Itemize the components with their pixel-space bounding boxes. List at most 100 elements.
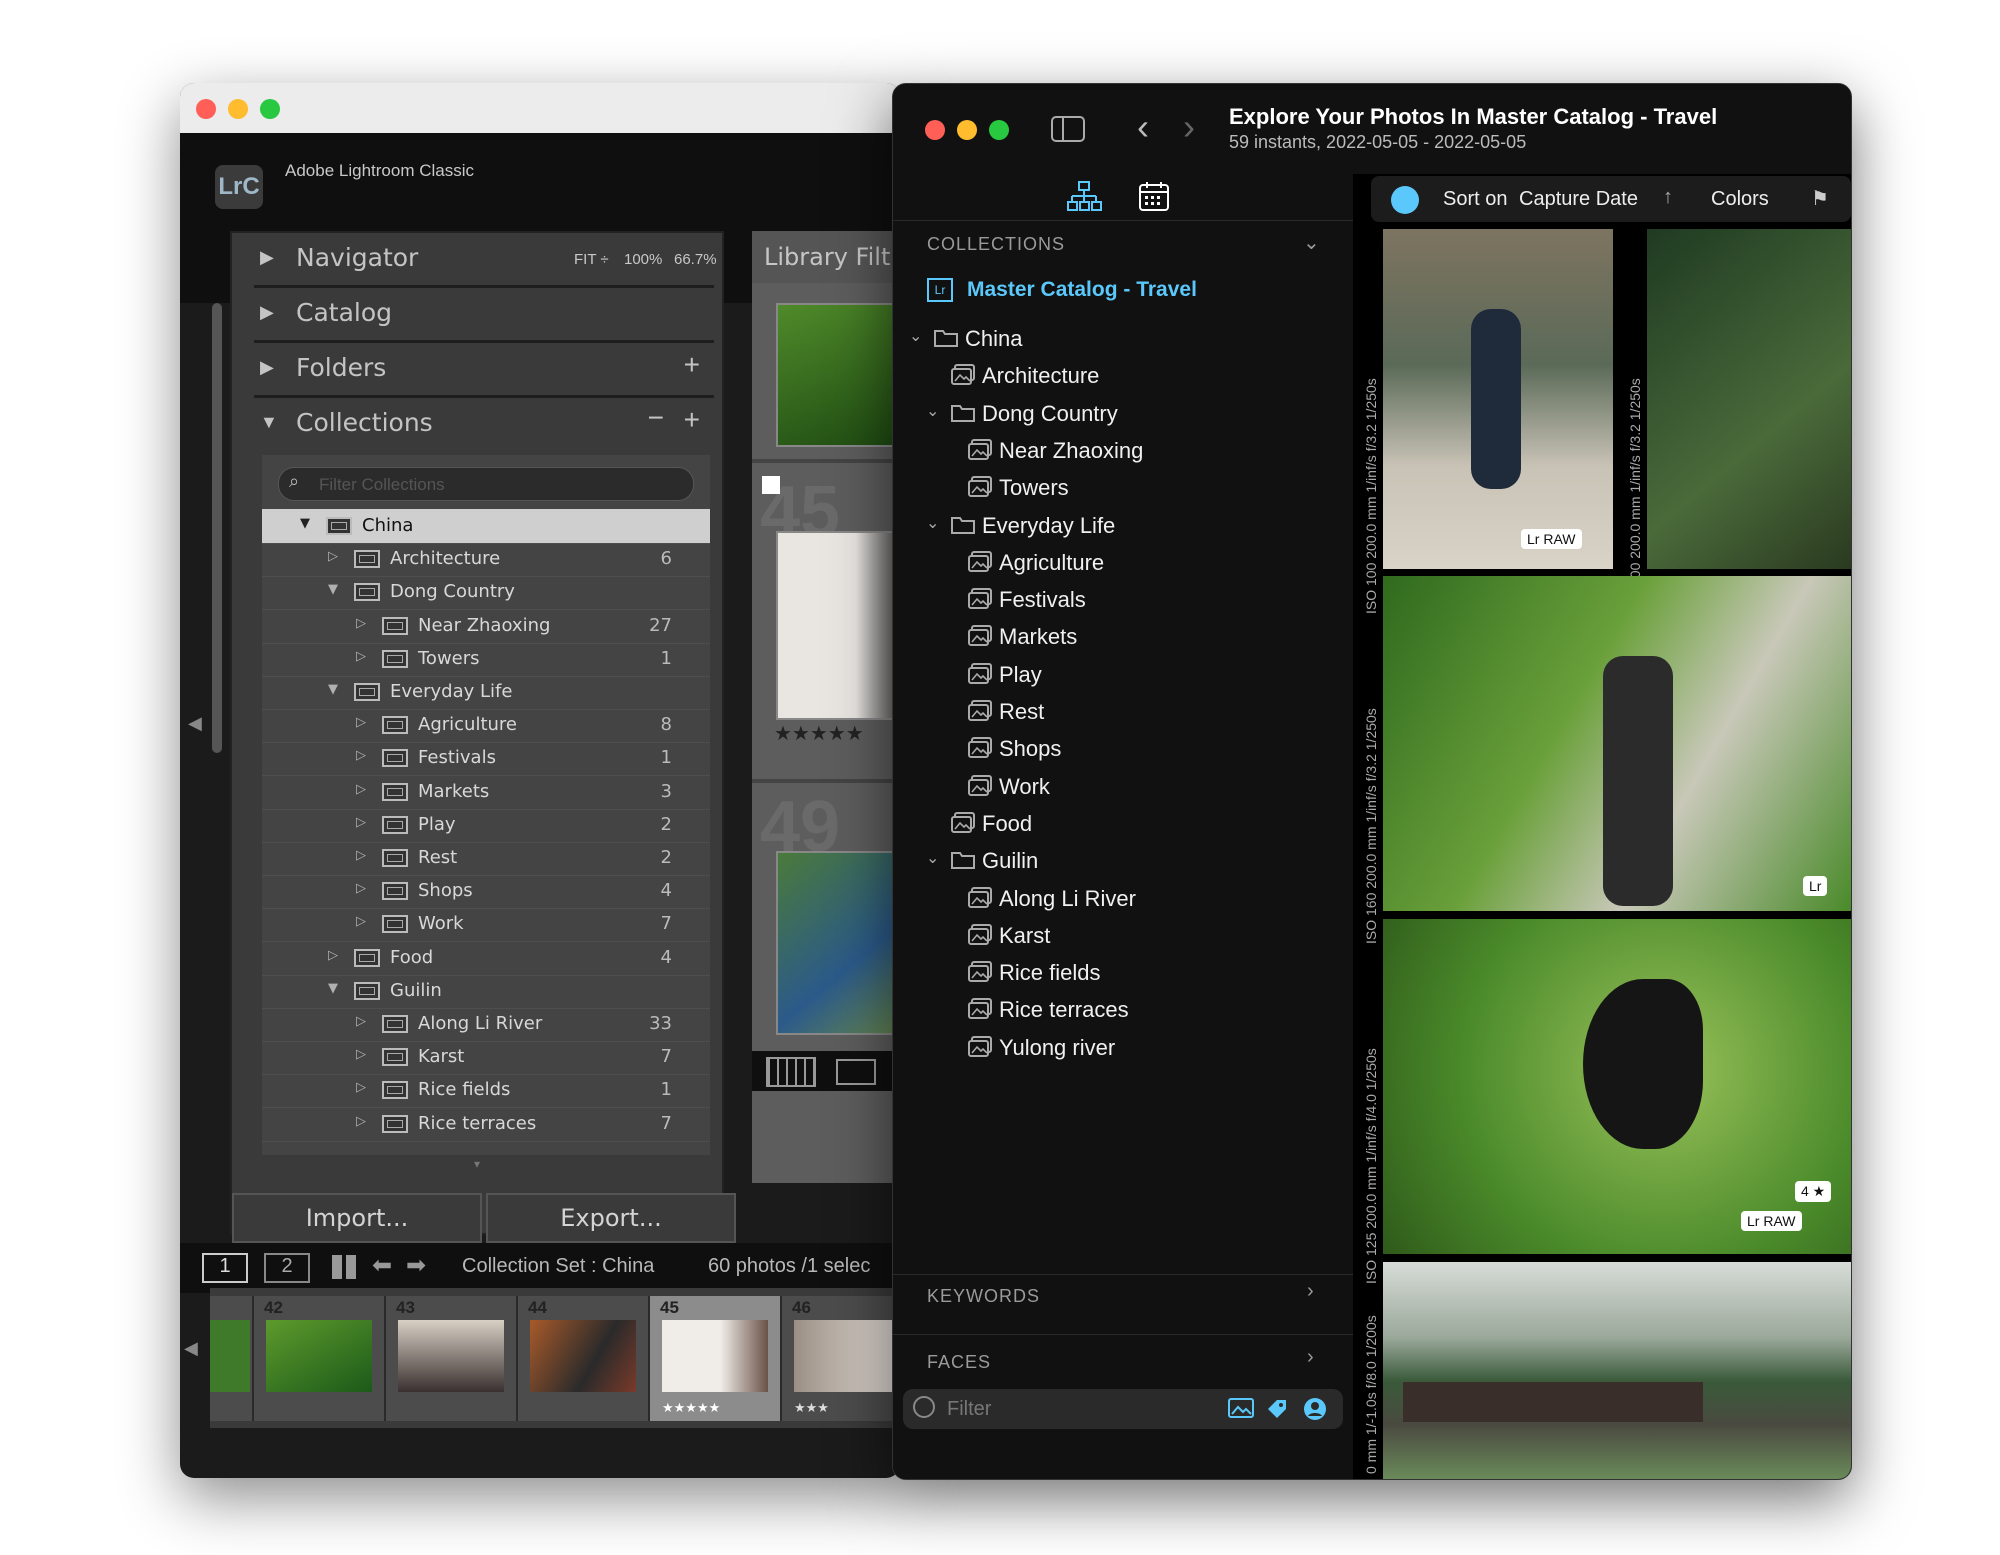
close-window-button[interactable] [196, 99, 216, 119]
flag-icon[interactable] [762, 476, 780, 494]
minimize-window-button[interactable] [228, 99, 248, 119]
catalog-panel-header[interactable]: ▶ Catalog [254, 288, 714, 343]
disclosure-right-icon[interactable]: ▷ [356, 914, 366, 929]
chevron-down-icon[interactable]: ⌄ [926, 848, 939, 868]
disclosure-right-icon[interactable]: ▷ [356, 815, 366, 830]
disclosure-down-icon[interactable]: ▼ [328, 682, 338, 697]
photos-filter-icon[interactable] [1225, 1397, 1255, 1421]
collection-row[interactable]: ▷ Play 2 [262, 808, 710, 843]
tree-item[interactable]: Yulong river [893, 1023, 1353, 1071]
disclosure-right-icon[interactable]: ▷ [356, 649, 366, 664]
collapse-left-icon[interactable]: ◀ [188, 713, 202, 734]
collection-row[interactable]: ▷ Towers 1 [262, 642, 710, 677]
sort-direction-icon[interactable]: ↑ [1663, 186, 1673, 209]
disclosure-right-icon[interactable]: ▷ [356, 1080, 366, 1095]
zoom-window-button[interactable] [260, 99, 280, 119]
add-folder-icon[interactable]: + [684, 349, 700, 381]
filmstrip-thumb[interactable]: 42 [254, 1296, 386, 1421]
grid-icon[interactable] [332, 1255, 356, 1279]
chevron-down-icon[interactable]: ⌄ [1303, 230, 1320, 255]
collection-row[interactable]: ▼ Dong Country [262, 575, 710, 611]
hierarchy-icon[interactable] [1066, 180, 1102, 212]
filter-collections-input[interactable]: ⌕ Filter Collections [278, 467, 694, 501]
arrow-right-icon[interactable]: ➡ [406, 1251, 426, 1280]
collection-row[interactable]: ▷ Agriculture 8 [262, 708, 710, 744]
collection-row[interactable]: ▼ Guilin [262, 974, 710, 1009]
zoom-100[interactable]: 100% [624, 251, 662, 268]
loupe-view-icon[interactable] [836, 1059, 876, 1085]
arrow-left-icon[interactable]: ⬅ [372, 1251, 392, 1280]
chevron-down-icon[interactable]: ⌄ [909, 326, 922, 346]
add-collection-icon[interactable]: + [684, 404, 700, 436]
collection-row[interactable]: ▷ Markets 3 [262, 775, 710, 810]
collection-row[interactable]: ▷ Rest 2 [262, 841, 710, 876]
collection-row[interactable]: ▷ Rice terraces 7 [262, 1107, 710, 1142]
remove-collection-icon[interactable]: − [648, 402, 664, 434]
photo-thumbnail[interactable]: Lr [1383, 576, 1851, 911]
photo-thumbnail[interactable] [1383, 1262, 1851, 1479]
grid-view-icon[interactable] [766, 1057, 816, 1087]
photo-thumbnail[interactable]: Lr RAW [1383, 229, 1613, 569]
zoom-fit[interactable]: FIT ÷ [574, 251, 609, 268]
chevron-down-icon[interactable]: ⌄ [926, 401, 939, 421]
import-button[interactable]: Import... [232, 1193, 482, 1243]
disclosure-right-icon[interactable]: ▷ [356, 616, 366, 631]
library-filter-bar[interactable]: Library Filt [752, 231, 900, 283]
faces-section-header[interactable]: FACES [927, 1352, 991, 1373]
collection-row[interactable]: ▷ Food 4 [262, 941, 710, 976]
collection-row[interactable]: ▷ Rice fields 1 [262, 1073, 710, 1109]
filmstrip-left-icon[interactable]: ◀ [184, 1338, 198, 1359]
close-window-button[interactable] [925, 120, 945, 140]
person-icon[interactable] [1303, 1397, 1327, 1421]
disclosure-right-icon[interactable]: ▷ [356, 782, 366, 797]
left-scrollbar[interactable] [212, 303, 222, 753]
collection-row[interactable]: ▷ Architecture 6 [262, 542, 710, 578]
collections-section-header[interactable]: COLLECTIONS [927, 234, 1065, 255]
collection-row[interactable]: ▼ China [262, 509, 710, 544]
grid-thumbnail[interactable] [776, 531, 900, 720]
collection-row[interactable]: ▷ Near Zhaoxing 27 [262, 609, 710, 644]
filmstrip-thumb[interactable]: 43 [386, 1296, 518, 1421]
sidebar-toggle-icon[interactable] [1051, 116, 1085, 142]
back-icon[interactable]: ‹ [1137, 106, 1149, 148]
collection-row[interactable]: ▼ Everyday Life [262, 675, 710, 710]
disclosure-right-icon[interactable]: ▷ [356, 881, 366, 896]
filmstrip-thumb[interactable]: 44 [518, 1296, 650, 1421]
disclosure-right-icon[interactable]: ▷ [356, 1014, 366, 1029]
disclosure-right-icon[interactable]: ▷ [328, 549, 338, 564]
collections-panel-header[interactable]: ▼ Collections − + [254, 398, 714, 450]
master-catalog-item[interactable]: Master Catalog - Travel [967, 278, 1197, 302]
keywords-section-header[interactable]: KEYWORDS [927, 1286, 1040, 1307]
calendar-icon[interactable] [1138, 180, 1170, 212]
disclosure-right-icon[interactable]: ▷ [356, 715, 366, 730]
collection-row[interactable]: ▷ Karst 7 [262, 1040, 710, 1076]
colors-select[interactable]: Colors [1711, 188, 1769, 211]
filmstrip-thumb-selected[interactable]: 45 ★★★★★ [650, 1296, 782, 1421]
sort-menu-icon[interactable] [1391, 186, 1419, 214]
collection-row[interactable]: ▷ Along Li River 33 [262, 1007, 710, 1042]
photo-thumbnail[interactable] [1647, 229, 1851, 569]
disclosure-right-icon[interactable]: ▷ [356, 748, 366, 763]
minimize-window-button[interactable] [957, 120, 977, 140]
collection-row[interactable]: ▷ Work 7 [262, 907, 710, 943]
folders-panel-header[interactable]: ▶ Folders + [254, 343, 714, 398]
photo-thumbnail[interactable]: 4 ★ Lr RAW [1383, 919, 1851, 1254]
collection-row[interactable]: ▷ Shops 4 [262, 874, 710, 910]
grid-thumbnail[interactable] [776, 851, 900, 1035]
zoom-custom[interactable]: 66.7% [674, 251, 717, 268]
filmstrip-thumb[interactable]: 46 ★★★ [782, 1296, 900, 1421]
navigator-panel-header[interactable]: ▶ Navigator FIT ÷ 100% 66.7% [254, 233, 717, 288]
grid-thumbnail[interactable] [776, 303, 900, 447]
rating-stars[interactable]: ★★★★★ [774, 721, 864, 746]
flag-filter-icon[interactable]: ⚑ [1811, 186, 1829, 211]
disclosure-right-icon[interactable]: ▷ [356, 1047, 366, 1062]
filter-input[interactable]: Filter [903, 1389, 1343, 1429]
chevron-down-icon[interactable]: ⌄ [926, 513, 939, 533]
collection-source-label[interactable]: Collection Set : China [462, 1255, 654, 1278]
tag-icon[interactable] [1265, 1397, 1289, 1421]
disclosure-right-icon[interactable]: ▷ [328, 948, 338, 963]
filmstrip-thumb[interactable] [210, 1296, 254, 1421]
screen-1-button[interactable]: 1 [202, 1253, 248, 1283]
collection-row[interactable]: ▷ Festivals 1 [262, 741, 710, 777]
sort-field-select[interactable]: Capture Date [1519, 188, 1638, 211]
